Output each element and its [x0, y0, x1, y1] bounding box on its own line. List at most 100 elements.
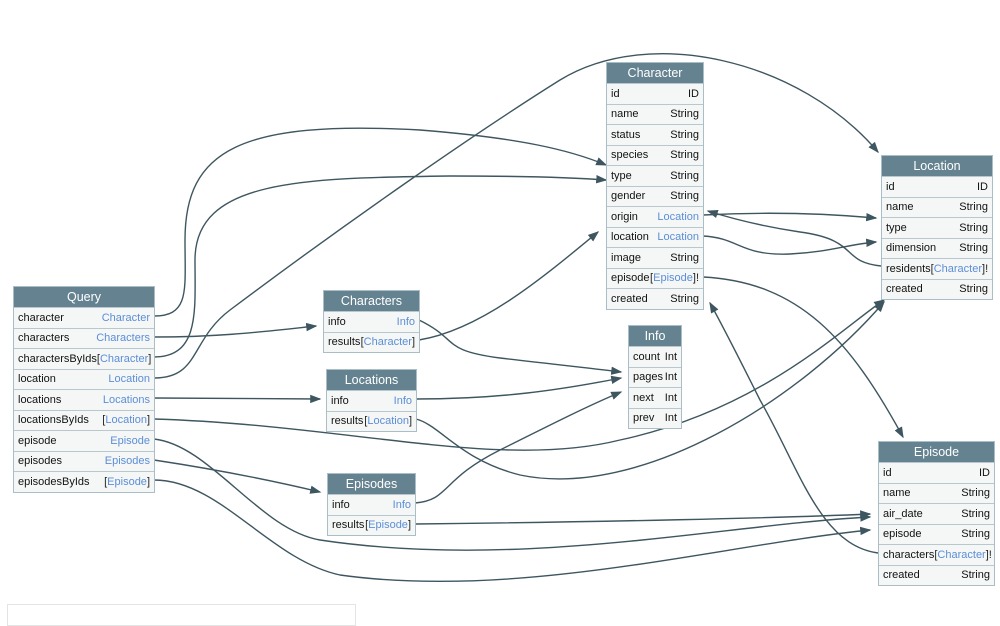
field-row[interactable]: name String: [882, 196, 992, 218]
field-type[interactable]: [Character]: [97, 353, 151, 365]
field-row[interactable]: pages Int: [629, 366, 681, 388]
field-name: origin: [611, 210, 638, 223]
field-row[interactable]: episodesByIds [Episode]: [14, 471, 154, 492]
type-title[interactable]: Characters: [324, 291, 419, 311]
type-link[interactable]: Episode: [653, 272, 693, 284]
type-title[interactable]: Locations: [327, 370, 416, 390]
type-link[interactable]: Location: [105, 414, 147, 426]
field-type[interactable]: [Location]: [364, 415, 412, 427]
field-row[interactable]: gender String: [607, 185, 703, 207]
field-type[interactable]: Episode: [110, 435, 150, 447]
type-link[interactable]: Episodes: [105, 455, 150, 467]
field-type[interactable]: Location: [108, 373, 150, 385]
field-row[interactable]: characters Characters: [14, 327, 154, 349]
field-row[interactable]: created String: [879, 564, 994, 586]
type-link[interactable]: Episode: [368, 519, 408, 531]
field-row[interactable]: episode [Episode]!: [607, 267, 703, 289]
type-title[interactable]: Episode: [879, 442, 994, 462]
type-link[interactable]: Character: [100, 353, 148, 365]
field-type[interactable]: Character: [102, 312, 150, 324]
field-row[interactable]: characters [Character]!: [879, 544, 994, 565]
field-type[interactable]: Info: [393, 499, 411, 511]
field-type[interactable]: [Character]!: [934, 549, 991, 561]
type-link[interactable]: Info: [393, 499, 411, 511]
type-link[interactable]: Locations: [103, 394, 150, 406]
field-type[interactable]: [Episode]: [104, 476, 150, 488]
type-node-query[interactable]: Query character Character characters Charact…: [13, 286, 155, 493]
type-link[interactable]: Character: [934, 263, 982, 275]
field-row[interactable]: id ID: [607, 83, 703, 104]
type-link[interactable]: Location: [657, 231, 699, 243]
field-scalar: String: [961, 507, 990, 520]
field-row[interactable]: location Location: [14, 368, 154, 390]
field-type[interactable]: Info: [394, 395, 412, 407]
type-title[interactable]: Info: [629, 326, 681, 346]
field-type[interactable]: [Character]!: [931, 263, 988, 275]
field-row[interactable]: created String: [882, 278, 992, 300]
type-link[interactable]: Character: [937, 549, 985, 561]
field-row[interactable]: name String: [879, 482, 994, 504]
field-row[interactable]: air_date String: [879, 503, 994, 524]
field-type[interactable]: Episodes: [105, 455, 150, 467]
field-type[interactable]: Characters: [96, 332, 150, 344]
field-row[interactable]: episode Episode: [14, 430, 154, 451]
type-node-locations[interactable]: Locations info Info results [Location]: [326, 369, 417, 432]
type-title[interactable]: Character: [607, 63, 703, 83]
field-row[interactable]: character Character: [14, 307, 154, 328]
field-row[interactable]: id ID: [882, 176, 992, 197]
field-row[interactable]: episodes Episodes: [14, 450, 154, 472]
type-node-character[interactable]: Character id ID name String status String speci…: [606, 62, 704, 310]
type-title[interactable]: Episodes: [328, 474, 415, 494]
field-row[interactable]: location Location: [607, 226, 703, 248]
type-link[interactable]: Location: [367, 415, 409, 427]
field-row[interactable]: results [Character]: [324, 331, 419, 353]
field-row[interactable]: type String: [607, 165, 703, 186]
type-title[interactable]: Query: [14, 287, 154, 307]
type-link[interactable]: Episode: [110, 435, 150, 447]
field-row[interactable]: status String: [607, 124, 703, 145]
field-row[interactable]: name String: [607, 103, 703, 125]
field-row[interactable]: locations Locations: [14, 389, 154, 410]
type-link[interactable]: Characters: [96, 332, 150, 344]
type-node-location[interactable]: Location id ID name String type String dimensio…: [881, 155, 993, 300]
field-row[interactable]: created String: [607, 288, 703, 309]
type-node-characters[interactable]: Characters info Info results [Character]: [323, 290, 420, 353]
type-link[interactable]: Episode: [107, 476, 147, 488]
field-row[interactable]: info Info: [324, 311, 419, 332]
field-row[interactable]: info Info: [328, 494, 415, 515]
type-link[interactable]: Character: [364, 336, 412, 348]
field-type[interactable]: [Episode]!: [650, 272, 699, 284]
type-node-episode[interactable]: Episode id ID name String air_date String episo…: [878, 441, 995, 586]
field-row[interactable]: charactersByIds [Character]: [14, 348, 154, 369]
type-link[interactable]: Location: [108, 373, 150, 385]
field-row[interactable]: count Int: [629, 346, 681, 367]
field-row[interactable]: prev Int: [629, 407, 681, 429]
field-row[interactable]: results [Location]: [327, 410, 416, 432]
type-link[interactable]: Location: [657, 211, 699, 223]
type-title[interactable]: Location: [882, 156, 992, 176]
type-link[interactable]: Info: [394, 395, 412, 407]
type-link[interactable]: Character: [102, 312, 150, 324]
field-type[interactable]: Location: [657, 231, 699, 243]
field-row[interactable]: image String: [607, 247, 703, 268]
field-type[interactable]: [Location]: [102, 414, 150, 426]
field-row[interactable]: episode String: [879, 523, 994, 545]
field-type[interactable]: Info: [397, 316, 415, 328]
field-row[interactable]: residents [Character]!: [882, 258, 992, 279]
field-row[interactable]: dimension String: [882, 237, 992, 259]
field-row[interactable]: locationsByIds [Location]: [14, 409, 154, 431]
field-type[interactable]: [Character]: [361, 336, 415, 348]
type-link[interactable]: Info: [397, 316, 415, 328]
type-node-info[interactable]: Info count Int pages Int next Int prev Int: [628, 325, 682, 429]
field-type[interactable]: [Episode]: [365, 519, 411, 531]
field-row[interactable]: results [Episode]: [328, 514, 415, 536]
field-row[interactable]: origin Location: [607, 206, 703, 227]
field-row[interactable]: species String: [607, 144, 703, 166]
field-row[interactable]: next Int: [629, 387, 681, 408]
field-row[interactable]: info Info: [327, 390, 416, 411]
type-node-episodes[interactable]: Episodes info Info results [Episode]: [327, 473, 416, 536]
field-row[interactable]: type String: [882, 217, 992, 238]
field-row[interactable]: id ID: [879, 462, 994, 483]
field-type[interactable]: Location: [657, 211, 699, 223]
field-type[interactable]: Locations: [103, 394, 150, 406]
